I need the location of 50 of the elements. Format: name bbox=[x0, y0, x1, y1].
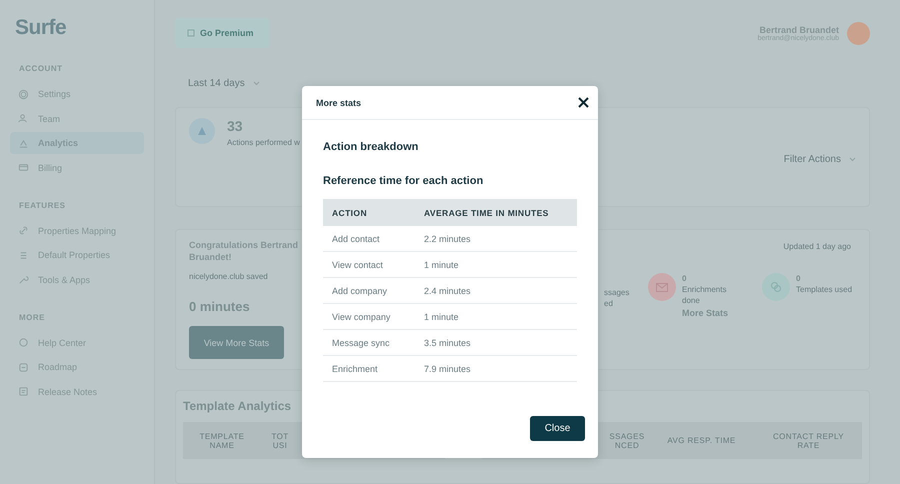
dialog-title: More stats bbox=[316, 98, 362, 108]
table-cell-text: Add contact bbox=[331, 234, 381, 244]
card-icon bbox=[18, 162, 29, 173]
updated-time: Updated 1 day ago bbox=[783, 242, 851, 251]
link-icon bbox=[18, 225, 29, 236]
table-cell-text: View company bbox=[331, 312, 392, 322]
table-cell-text: View contact bbox=[331, 260, 384, 270]
stat-label: Templates used bbox=[796, 284, 854, 296]
table-cell-text: 7.9 minutes bbox=[423, 364, 472, 374]
filter-select[interactable]: Filter Actions bbox=[784, 122, 856, 196]
column-header: CONTACT REPLY RATE bbox=[772, 432, 845, 450]
column-header: AVERAGE TIME IN MINUTES bbox=[423, 208, 550, 218]
view-stats-button[interactable]: View More Stats bbox=[189, 326, 284, 359]
table-cell-text: 3.5 minutes bbox=[423, 338, 472, 348]
column-header: TEMPLATE NAME bbox=[198, 432, 246, 450]
action-caption: Actions performed w bbox=[227, 138, 300, 147]
gear-icon bbox=[18, 88, 29, 100]
period-select[interactable]: Last 14 days bbox=[188, 78, 870, 89]
column-header: SSAGES NCED bbox=[608, 432, 646, 450]
column-header: AVG RESP. TIME bbox=[667, 436, 736, 445]
table-cell-text: 2.4 minutes bbox=[423, 286, 472, 296]
table-cell-text: 2.2 minutes bbox=[423, 234, 472, 244]
stat-label: Enrichments done bbox=[682, 284, 728, 307]
list-icon bbox=[18, 250, 29, 260]
saved-amount: 0 minutes bbox=[189, 299, 251, 314]
table-cell-text: Enrichment bbox=[331, 364, 379, 374]
column-header: ACTION bbox=[331, 208, 368, 218]
table-heading: Reference time for each action bbox=[323, 175, 484, 187]
chevron-down-icon bbox=[252, 81, 260, 86]
notes-icon bbox=[18, 386, 29, 397]
chevron-down-icon bbox=[849, 156, 856, 162]
stat-value: 0 bbox=[796, 273, 802, 284]
table-cell-text: 1 minute bbox=[423, 312, 460, 322]
close-button[interactable]: Close bbox=[530, 416, 585, 441]
table-cell-text: Add company bbox=[331, 286, 388, 296]
savings-subtitle: nicelydone.club saved bbox=[189, 272, 269, 282]
users-icon bbox=[18, 113, 29, 124]
premium-button[interactable]: Go Premium bbox=[175, 18, 270, 48]
table-cell-text: Message sync bbox=[331, 338, 391, 348]
column-header: TOT USI bbox=[270, 432, 290, 450]
stat-label: ssages ed bbox=[604, 287, 630, 310]
breakdown-heading: Action breakdown bbox=[323, 141, 420, 153]
stat-value: 0 bbox=[682, 273, 688, 284]
more-stats-link[interactable]: More Stats bbox=[682, 306, 742, 320]
action-count: 33 bbox=[227, 118, 244, 134]
logo[interactable]: Surfe bbox=[10, 16, 144, 40]
close-icon[interactable] bbox=[576, 95, 591, 110]
section-title: Template Analytics bbox=[183, 399, 292, 413]
help-icon bbox=[18, 337, 29, 348]
table-cell-text: 1 minute bbox=[423, 260, 460, 270]
